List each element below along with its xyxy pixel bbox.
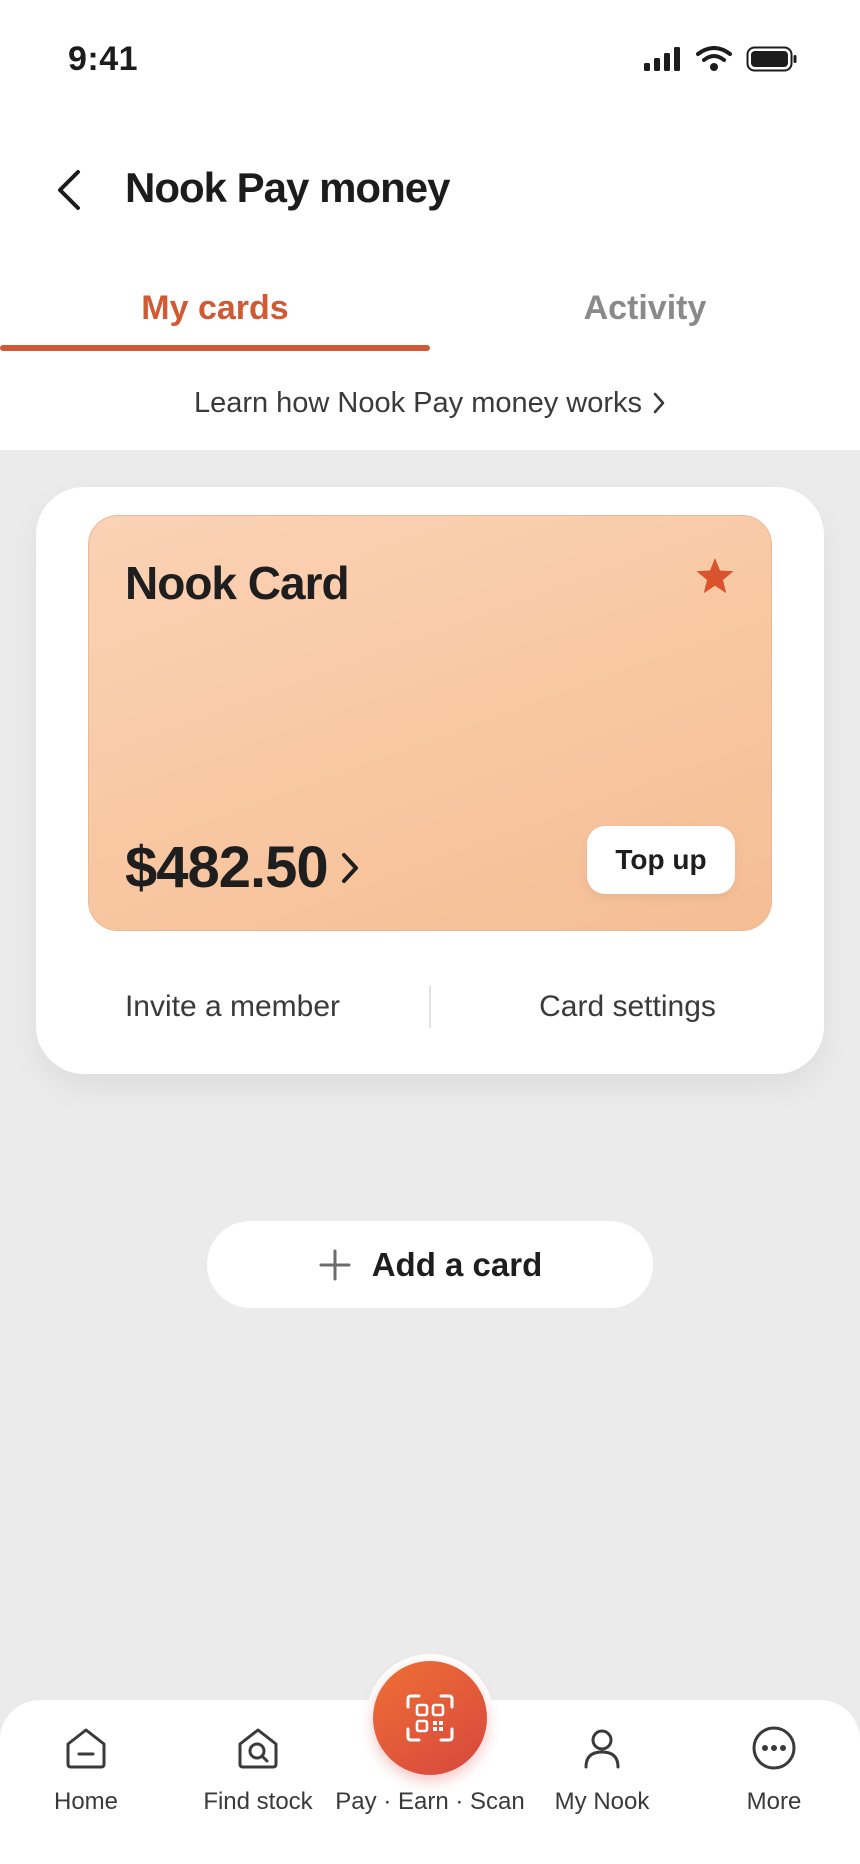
qr-scan-icon bbox=[406, 1694, 454, 1742]
add-card-label: Add a card bbox=[371, 1245, 543, 1283]
invite-member-button[interactable]: Invite a member bbox=[36, 990, 429, 1024]
status-time: 9:41 bbox=[68, 40, 139, 78]
tab-bar-my-nook[interactable]: My Nook bbox=[516, 1700, 688, 1830]
card-settings-button[interactable]: Card settings bbox=[431, 990, 824, 1024]
chevron-right-icon bbox=[653, 392, 665, 414]
add-card-button[interactable]: Add a card bbox=[207, 1221, 653, 1308]
tab-bar-more-label: More bbox=[746, 1788, 802, 1815]
tab-bar-find-stock-label: Find stock bbox=[203, 1788, 313, 1815]
balance-link[interactable]: $482.50 bbox=[125, 834, 360, 901]
find-stock-icon bbox=[238, 1728, 278, 1769]
star-icon bbox=[696, 558, 734, 594]
more-icon bbox=[752, 1726, 796, 1770]
tabs: My cards Activity bbox=[0, 280, 860, 352]
chevron-right-icon bbox=[341, 852, 358, 883]
card-balance: $482.50 bbox=[125, 835, 329, 900]
top-up-button[interactable]: Top up bbox=[587, 826, 735, 894]
wifi-icon bbox=[696, 46, 732, 71]
card-name: Nook Card bbox=[125, 557, 350, 609]
home-icon bbox=[66, 1728, 106, 1769]
chevron-left-icon bbox=[58, 170, 80, 210]
cellular-signal-icon bbox=[644, 47, 680, 71]
plus-icon bbox=[319, 1249, 351, 1280]
card-panel: Nook Card $482.50 Top up Invite a member… bbox=[36, 487, 824, 1074]
page-title: Nook Pay money bbox=[125, 164, 450, 211]
scan-button[interactable] bbox=[373, 1661, 487, 1775]
battery-icon bbox=[746, 46, 797, 72]
person-icon bbox=[584, 1729, 620, 1769]
tab-bar-pay-label: Pay · Earn · Scan bbox=[335, 1788, 525, 1815]
tab-bar-home[interactable]: Home bbox=[0, 1700, 172, 1830]
tab-bar-my-nook-label: My Nook bbox=[554, 1788, 650, 1815]
card-actions: Invite a member Card settings bbox=[36, 977, 824, 1037]
tab-activity[interactable]: Activity bbox=[430, 280, 860, 352]
tab-my-cards[interactable]: My cards bbox=[0, 280, 430, 352]
tab-bar-home-label: Home bbox=[53, 1788, 119, 1815]
tab-bar-more[interactable]: More bbox=[688, 1700, 860, 1830]
learn-link[interactable]: Learn how Nook Pay money works bbox=[0, 378, 860, 428]
tab-indicator bbox=[0, 345, 430, 351]
status-bar: 9:41 bbox=[0, 0, 860, 124]
tab-bar-find-stock[interactable]: Find stock bbox=[172, 1700, 344, 1830]
learn-link-label: Learn how Nook Pay money works bbox=[193, 386, 643, 419]
back-button[interactable] bbox=[44, 160, 94, 220]
nook-card[interactable]: Nook Card $482.50 Top up bbox=[88, 515, 772, 931]
status-icons bbox=[644, 46, 798, 72]
header: Nook Pay money bbox=[0, 150, 860, 230]
